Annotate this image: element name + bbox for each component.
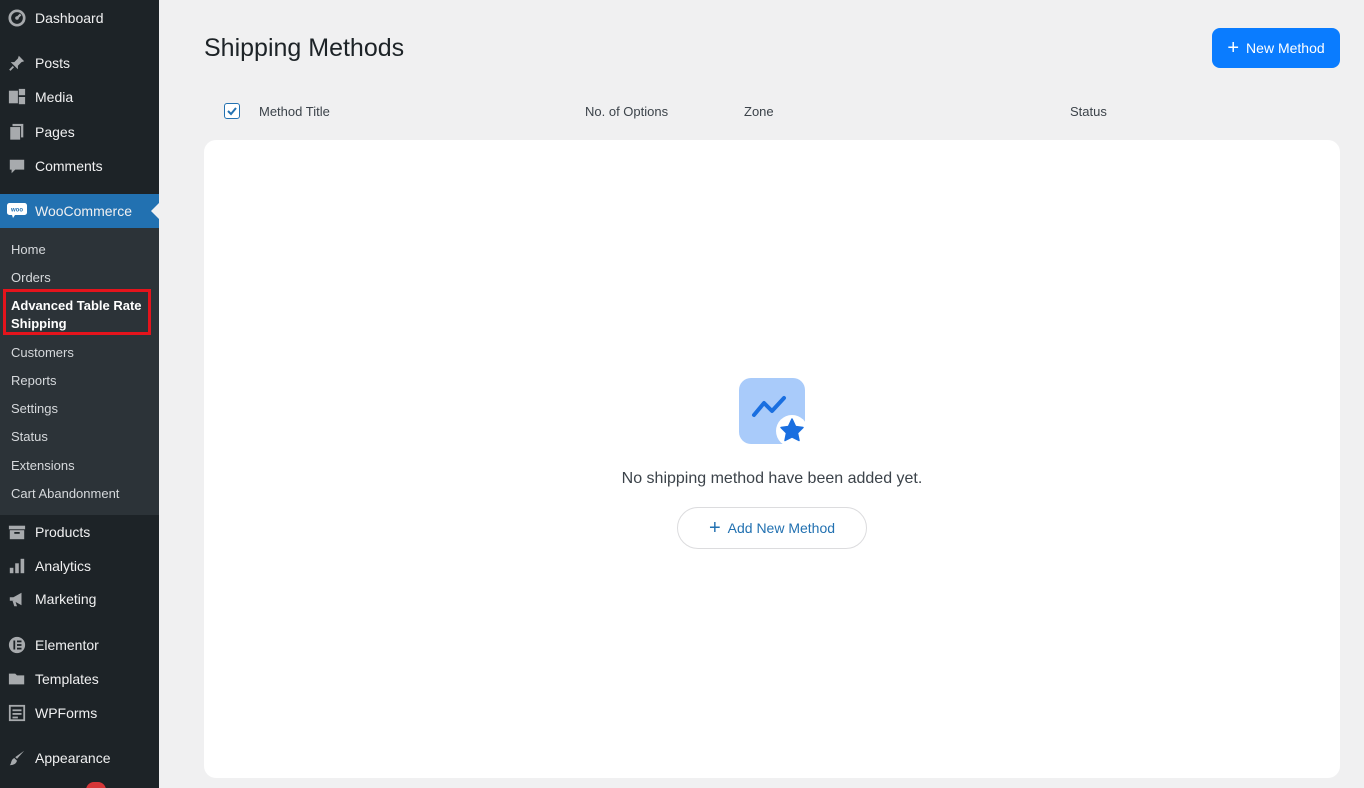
menu-label: Comments <box>35 158 103 174</box>
methods-card: No shipping method have been added yet. … <box>204 140 1340 778</box>
submenu-item-reports[interactable]: Reports <box>11 373 57 388</box>
media-icon <box>7 87 27 107</box>
menu-label: Templates <box>35 671 99 687</box>
empty-state-message: No shipping method have been added yet. <box>621 470 923 487</box>
woo-icon: woo <box>7 201 27 221</box>
pages-icon <box>7 122 27 142</box>
menu-item-wpforms[interactable]: WPForms <box>0 696 159 730</box>
comment-icon <box>7 156 27 176</box>
table-header: Method Title No. of Options Zone Status <box>204 96 1340 126</box>
bar-chart-icon <box>7 556 27 576</box>
menu-item-analytics[interactable]: Analytics <box>0 549 159 583</box>
submenu-item-home[interactable]: Home <box>11 242 46 257</box>
submenu-item-extensions[interactable]: Extensions <box>11 458 75 473</box>
menu-label: Elementor <box>35 637 99 653</box>
menu-label: Pages <box>35 124 75 140</box>
menu-item-comments[interactable]: Comments <box>0 149 159 183</box>
menu-label: Marketing <box>35 591 97 607</box>
megaphone-icon <box>7 589 27 609</box>
submenu-item-cart-abandonment[interactable]: Cart Abandonment <box>11 486 119 501</box>
menu-label: Media <box>35 89 74 105</box>
menu-label: Analytics <box>35 558 92 574</box>
menu-label: Posts <box>35 55 71 71</box>
pin-icon <box>7 53 27 73</box>
menu-item-dashboard[interactable]: Dashboard <box>0 1 159 35</box>
menu-label: Dashboard <box>35 10 104 26</box>
menu-label: Products <box>35 524 91 540</box>
dashboard-icon <box>7 8 27 28</box>
select-all-checkbox[interactable] <box>224 103 240 119</box>
column-method-title[interactable]: Method Title <box>259 104 330 119</box>
plus-icon: + <box>1227 37 1240 59</box>
new-method-label: New Method <box>1246 40 1325 56</box>
menu-label: WooCommerce <box>35 203 132 219</box>
elementor-icon <box>7 635 27 655</box>
add-new-method-button[interactable]: + Add New Method <box>677 507 867 549</box>
submenu-item-customers[interactable]: Customers <box>11 345 74 360</box>
submenu-item-status[interactable]: Status <box>11 429 48 444</box>
menu-label: Appearance <box>35 750 111 766</box>
brush-icon <box>7 748 27 768</box>
empty-state-chart-star-icon <box>739 378 809 448</box>
add-new-method-label: Add New Method <box>727 520 836 536</box>
menu-item-appearance[interactable]: Appearance <box>0 741 159 775</box>
new-method-button[interactable]: + New Method <box>1212 28 1340 68</box>
notification-badge <box>86 782 106 788</box>
folder-icon <box>7 669 27 689</box>
submenu-item-orders[interactable]: Orders <box>11 270 51 285</box>
column-status[interactable]: Status <box>1070 104 1107 119</box>
menu-item-posts[interactable]: Posts <box>0 46 159 80</box>
forms-icon <box>7 703 27 723</box>
svg-text:woo: woo <box>10 208 23 214</box>
checkmark-icon <box>227 107 237 116</box>
menu-item-marketing[interactable]: Marketing <box>0 582 159 616</box>
highlight-annotation-box <box>3 289 151 335</box>
plus-icon: + <box>708 517 721 539</box>
menu-label: WPForms <box>35 705 98 721</box>
menu-item-templates[interactable]: Templates <box>0 662 159 696</box>
column-zone[interactable]: Zone <box>744 104 774 119</box>
menu-item-pages[interactable]: Pages <box>0 115 159 149</box>
page-title: Shipping Methods <box>204 34 405 62</box>
menu-item-products[interactable]: Products <box>0 515 159 549</box>
submenu-item-settings[interactable]: Settings <box>11 401 58 416</box>
woocommerce-submenu: Home Orders Advanced Table Rate Shipping… <box>0 228 159 515</box>
menu-item-elementor[interactable]: Elementor <box>0 628 159 662</box>
menu-item-woocommerce[interactable]: woo WooCommerce <box>0 194 159 228</box>
admin-sidebar: Dashboard Posts Media Pages Comments woo… <box>0 0 159 788</box>
menu-item-media[interactable]: Media <box>0 80 159 114</box>
column-no-of-options[interactable]: No. of Options <box>585 104 668 119</box>
archive-icon <box>7 522 27 542</box>
